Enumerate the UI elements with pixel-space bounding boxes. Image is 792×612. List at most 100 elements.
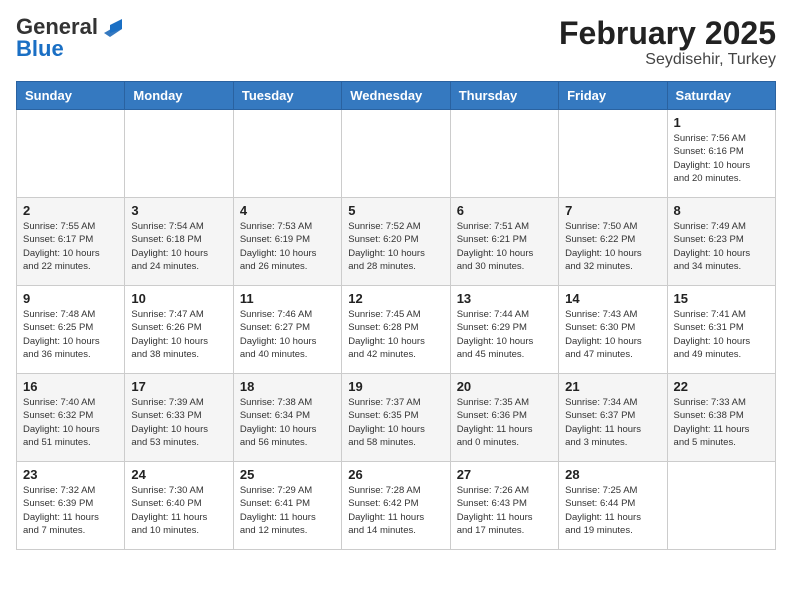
day-info: Sunrise: 7:44 AM Sunset: 6:29 PM Dayligh… [457,308,552,361]
day-info: Sunrise: 7:39 AM Sunset: 6:33 PM Dayligh… [131,396,226,449]
day-number: 9 [23,291,118,306]
day-info: Sunrise: 7:46 AM Sunset: 6:27 PM Dayligh… [240,308,335,361]
logo-blue-text: Blue [16,38,64,60]
calendar-day-12: 12 Sunrise: 7:45 AM Sunset: 6:28 PM Dayli… [342,286,450,374]
calendar-day-11: 11 Sunrise: 7:46 AM Sunset: 6:27 PM Dayli… [233,286,341,374]
day-number: 20 [457,379,552,394]
calendar-week-row: 2 Sunrise: 7:55 AM Sunset: 6:17 PM Daylig… [17,198,776,286]
calendar-header-row: SundayMondayTuesdayWednesdayThursdayFrid… [17,82,776,110]
logo: General Blue [16,16,122,60]
day-info: Sunrise: 7:38 AM Sunset: 6:34 PM Dayligh… [240,396,335,449]
calendar-empty-cell [233,110,341,198]
calendar-day-10: 10Sunrise: 7:47 AM Sunset: 6:26 PM Dayli… [125,286,233,374]
calendar-day-6: 6 Sunrise: 7:51 AM Sunset: 6:21 PM Daylig… [450,198,558,286]
title-block: February 2025 Seydisehir, Turkey [559,16,776,69]
day-info: Sunrise: 7:55 AM Sunset: 6:17 PM Dayligh… [23,220,118,273]
day-info: Sunrise: 7:37 AM Sunset: 6:35 PM Dayligh… [348,396,443,449]
day-number: 3 [131,203,226,218]
day-info: Sunrise: 7:45 AM Sunset: 6:28 PM Dayligh… [348,308,443,361]
calendar-day-21: 21 Sunrise: 7:34 AM Sunset: 6:37 PM Dayli… [559,374,667,462]
day-number: 25 [240,467,335,482]
calendar-day-24: 24 Sunrise: 7:30 AM Sunset: 6:40 PM Dayli… [125,462,233,550]
calendar-day-17: 17 Sunrise: 7:39 AM Sunset: 6:33 PM Dayli… [125,374,233,462]
day-number: 26 [348,467,443,482]
calendar-day-13: 13 Sunrise: 7:44 AM Sunset: 6:29 PM Dayli… [450,286,558,374]
calendar-empty-cell [17,110,125,198]
day-number: 18 [240,379,335,394]
day-info: Sunrise: 7:48 AM Sunset: 6:25 PM Dayligh… [23,308,118,361]
page-header: General Blue February 2025 Seydisehir, T… [16,16,776,69]
calendar-day-14: 14Sunrise: 7:43 AM Sunset: 6:30 PM Dayli… [559,286,667,374]
calendar-header-saturday: Saturday [667,82,775,110]
calendar-day-5: 5 Sunrise: 7:52 AM Sunset: 6:20 PM Daylig… [342,198,450,286]
day-info: Sunrise: 7:54 AM Sunset: 6:18 PM Dayligh… [131,220,226,273]
calendar-header-wednesday: Wednesday [342,82,450,110]
calendar-day-20: 20 Sunrise: 7:35 AM Sunset: 6:36 PM Dayli… [450,374,558,462]
day-number: 1 [674,115,769,130]
day-number: 13 [457,291,552,306]
day-info: Sunrise: 7:35 AM Sunset: 6:36 PM Dayligh… [457,396,552,449]
calendar-day-23: 23 Sunrise: 7:32 AM Sunset: 6:39 PM Dayli… [17,462,125,550]
day-info: Sunrise: 7:50 AM Sunset: 6:22 PM Dayligh… [565,220,660,273]
day-number: 19 [348,379,443,394]
calendar-day-28: 28 Sunrise: 7:25 AM Sunset: 6:44 PM Dayli… [559,462,667,550]
calendar-day-2: 2 Sunrise: 7:55 AM Sunset: 6:17 PM Daylig… [17,198,125,286]
day-info: Sunrise: 7:53 AM Sunset: 6:19 PM Dayligh… [240,220,335,273]
day-number: 15 [674,291,769,306]
day-info: Sunrise: 7:26 AM Sunset: 6:43 PM Dayligh… [457,484,552,537]
calendar-day-19: 19 Sunrise: 7:37 AM Sunset: 6:35 PM Dayli… [342,374,450,462]
day-number: 21 [565,379,660,394]
day-number: 24 [131,467,226,482]
calendar-day-9: 9 Sunrise: 7:48 AM Sunset: 6:25 PM Daylig… [17,286,125,374]
calendar-day-15: 15 Sunrise: 7:41 AM Sunset: 6:31 PM Dayli… [667,286,775,374]
calendar-title: February 2025 [559,16,776,51]
day-info: Sunrise: 7:43 AM Sunset: 6:30 PM Dayligh… [565,308,660,361]
day-info: Sunrise: 7:41 AM Sunset: 6:31 PM Dayligh… [674,308,769,361]
day-number: 4 [240,203,335,218]
calendar-empty-cell [667,462,775,550]
day-info: Sunrise: 7:30 AM Sunset: 6:40 PM Dayligh… [131,484,226,537]
calendar-day-3: 3 Sunrise: 7:54 AM Sunset: 6:18 PM Daylig… [125,198,233,286]
calendar-week-row: 23 Sunrise: 7:32 AM Sunset: 6:39 PM Dayli… [17,462,776,550]
calendar-empty-cell [125,110,233,198]
day-number: 8 [674,203,769,218]
day-info: Sunrise: 7:56 AM Sunset: 6:16 PM Dayligh… [674,132,769,185]
day-info: Sunrise: 7:29 AM Sunset: 6:41 PM Dayligh… [240,484,335,537]
day-info: Sunrise: 7:52 AM Sunset: 6:20 PM Dayligh… [348,220,443,273]
day-number: 11 [240,291,335,306]
calendar-week-row: 1 Sunrise: 7:56 AM Sunset: 6:16 PM Daylig… [17,110,776,198]
calendar-day-4: 4 Sunrise: 7:53 AM Sunset: 6:19 PM Daylig… [233,198,341,286]
day-number: 16 [23,379,118,394]
calendar-day-27: 27 Sunrise: 7:26 AM Sunset: 6:43 PM Dayli… [450,462,558,550]
day-number: 27 [457,467,552,482]
day-number: 23 [23,467,118,482]
day-info: Sunrise: 7:25 AM Sunset: 6:44 PM Dayligh… [565,484,660,537]
calendar-empty-cell [342,110,450,198]
day-info: Sunrise: 7:49 AM Sunset: 6:23 PM Dayligh… [674,220,769,273]
calendar-header-monday: Monday [125,82,233,110]
calendar-week-row: 16Sunrise: 7:40 AM Sunset: 6:32 PM Dayli… [17,374,776,462]
day-number: 6 [457,203,552,218]
day-number: 22 [674,379,769,394]
calendar-day-16: 16Sunrise: 7:40 AM Sunset: 6:32 PM Dayli… [17,374,125,462]
calendar-day-22: 22 Sunrise: 7:33 AM Sunset: 6:38 PM Dayli… [667,374,775,462]
day-info: Sunrise: 7:33 AM Sunset: 6:38 PM Dayligh… [674,396,769,449]
calendar-table: SundayMondayTuesdayWednesdayThursdayFrid… [16,81,776,550]
day-info: Sunrise: 7:51 AM Sunset: 6:21 PM Dayligh… [457,220,552,273]
logo-icon [100,15,122,37]
calendar-week-row: 9 Sunrise: 7:48 AM Sunset: 6:25 PM Daylig… [17,286,776,374]
calendar-day-8: 8 Sunrise: 7:49 AM Sunset: 6:23 PM Daylig… [667,198,775,286]
calendar-day-18: 18 Sunrise: 7:38 AM Sunset: 6:34 PM Dayli… [233,374,341,462]
day-info: Sunrise: 7:28 AM Sunset: 6:42 PM Dayligh… [348,484,443,537]
calendar-empty-cell [450,110,558,198]
day-info: Sunrise: 7:34 AM Sunset: 6:37 PM Dayligh… [565,396,660,449]
day-number: 2 [23,203,118,218]
calendar-day-26: 26 Sunrise: 7:28 AM Sunset: 6:42 PM Dayli… [342,462,450,550]
day-number: 12 [348,291,443,306]
day-number: 10 [131,291,226,306]
day-number: 28 [565,467,660,482]
calendar-subtitle: Seydisehir, Turkey [559,51,776,69]
day-number: 5 [348,203,443,218]
day-info: Sunrise: 7:32 AM Sunset: 6:39 PM Dayligh… [23,484,118,537]
day-number: 17 [131,379,226,394]
